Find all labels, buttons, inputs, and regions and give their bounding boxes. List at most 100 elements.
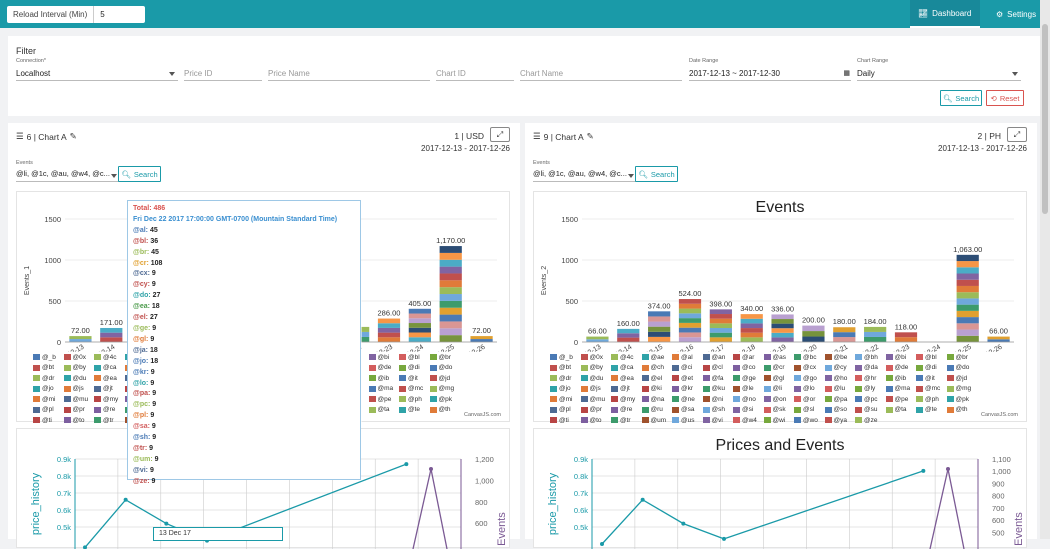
legend-item[interactable]: @js: [63, 385, 95, 392]
legend-item[interactable]: @de: [885, 364, 917, 371]
legend-item[interactable]: @ph: [399, 396, 430, 403]
legend-item[interactable]: @ci: [672, 364, 703, 371]
legend-item[interactable]: @li: [763, 385, 795, 392]
legend-item[interactable]: @bh: [855, 354, 886, 361]
legend-item[interactable]: @el: [641, 375, 673, 382]
chart-id-input[interactable]: Chart ID: [436, 67, 514, 81]
menu-icon[interactable]: ☰: [533, 131, 541, 142]
legend-item[interactable]: @pr: [63, 406, 95, 413]
calendar-icon[interactable]: ▦: [843, 69, 850, 77]
legend-item[interactable]: @cl: [702, 364, 734, 371]
legend-item[interactable]: @by: [580, 364, 612, 371]
price-name-input[interactable]: Price Name: [268, 67, 430, 81]
legend-item[interactable]: @re: [611, 406, 642, 413]
legend-item[interactable]: @et: [672, 375, 703, 382]
legend-item[interactable]: @ya: [824, 417, 856, 424]
legend-item[interactable]: @ze: [855, 417, 886, 424]
legend-item[interactable]: @jo: [550, 385, 581, 392]
legend-item[interactable]: @sa: [672, 406, 703, 413]
chart-name-input[interactable]: Chart Name: [520, 67, 682, 81]
legend-item[interactable]: @do: [946, 364, 978, 371]
legend-item[interactable]: @sh: [702, 406, 734, 413]
legend-item[interactable]: @si: [733, 406, 764, 413]
legend-item[interactable]: @du: [580, 375, 612, 382]
legend-item[interactable]: @jt: [94, 385, 125, 392]
legend-item[interactable]: @pk: [946, 396, 978, 403]
legend-item[interactable]: @cy: [824, 364, 856, 371]
legend-item[interactable]: @cr: [763, 364, 795, 371]
legend-item[interactable]: @te: [399, 406, 430, 413]
legend-item[interactable]: @4c: [94, 354, 125, 361]
legend-item[interactable]: @ki: [641, 385, 673, 392]
legend-item[interactable]: @pk: [429, 396, 461, 403]
legend-item[interactable]: @dr: [550, 375, 581, 382]
legend-item[interactable]: @ib: [885, 375, 917, 382]
page-scrollbar[interactable]: [1040, 0, 1050, 539]
legend-item[interactable]: @gl: [763, 375, 795, 382]
legend-item[interactable]: @by: [63, 364, 95, 371]
legend-item[interactable]: @ae: [641, 354, 673, 361]
legend-item[interactable]: @tr: [611, 417, 642, 424]
legend-item[interactable]: @ea: [94, 375, 125, 382]
legend-item[interactable]: @ho: [824, 375, 856, 382]
legend-item[interactable]: @jd: [946, 375, 978, 382]
legend-item[interactable]: @it: [399, 375, 430, 382]
events-select[interactable]: @li, @1c, @au, @w4, @c...: [533, 169, 637, 182]
price-id-input[interactable]: Price ID: [184, 67, 262, 81]
legend-item[interactable]: @ca: [611, 364, 642, 371]
legend-item[interactable]: @br: [946, 354, 978, 361]
legend-item[interactable]: @na: [641, 396, 673, 403]
legend-item[interactable]: @ly: [855, 385, 886, 392]
legend-item[interactable]: @da: [855, 364, 886, 371]
legend-item[interactable]: @mg: [429, 385, 461, 392]
legend-item[interactable]: @kr: [672, 385, 703, 392]
legend-item[interactable]: @lu: [824, 385, 856, 392]
legend-item[interactable]: @br: [429, 354, 461, 361]
legend-item[interactable]: @th: [946, 406, 978, 413]
legend-item[interactable]: @my: [611, 396, 642, 403]
legend-item[interactable]: @fa: [702, 375, 734, 382]
legend-item[interactable]: @ku: [702, 385, 734, 392]
legend-item[interactable]: @ea: [611, 375, 642, 382]
legend-item[interactable]: @sl: [794, 406, 825, 413]
legend-item[interactable]: @di: [399, 364, 430, 371]
legend-item[interactable]: @be: [824, 354, 856, 361]
legend-item[interactable]: @le: [733, 385, 764, 392]
date-range-input[interactable]: Date Range 2017-12-13 ~ 2017-12-30 ▦: [689, 58, 851, 81]
reload-interval-value[interactable]: 5: [94, 10, 104, 19]
legend-item[interactable]: @bi: [885, 354, 917, 361]
legend-item[interactable]: @tr: [94, 417, 125, 424]
legend-item[interactable]: @_b: [33, 354, 64, 361]
events-search-button[interactable]: 🔍︎ Search: [118, 166, 161, 182]
scrollbar-thumb[interactable]: [1042, 24, 1048, 214]
legend-item[interactable]: @sk: [763, 406, 795, 413]
legend-item[interactable]: @it: [916, 375, 947, 382]
legend-item[interactable]: @ne: [672, 396, 703, 403]
legend-item[interactable]: @4c: [611, 354, 642, 361]
legend-item[interactable]: @su: [855, 406, 886, 413]
legend-item[interactable]: @hr: [855, 375, 886, 382]
legend-item[interactable]: @do: [429, 364, 461, 371]
legend-item[interactable]: @ph: [916, 396, 947, 403]
legend-item[interactable]: @bi: [368, 354, 400, 361]
legend-item[interactable]: @ma: [368, 385, 400, 392]
edit-icon[interactable]: ✎: [587, 131, 594, 142]
legend-item[interactable]: @ta: [368, 406, 400, 413]
legend-item[interactable]: @cx: [794, 364, 825, 371]
legend-item[interactable]: @mu: [580, 396, 612, 403]
legend-item[interactable]: @my: [94, 396, 125, 403]
legend-item[interactable]: @te: [916, 406, 947, 413]
legend-item[interactable]: @mi: [550, 396, 581, 403]
legend-item[interactable]: @re: [94, 406, 125, 413]
legend-item[interactable]: @pl: [550, 406, 581, 413]
legend-item[interactable]: @ru: [641, 406, 673, 413]
expand-button[interactable]: ⤢: [1007, 127, 1027, 142]
legend-item[interactable]: @on: [763, 396, 795, 403]
legend-item[interactable]: @mc: [916, 385, 947, 392]
nav-dashboard[interactable]: 📈︎ Dashboard: [910, 0, 980, 28]
edit-icon[interactable]: ✎: [70, 131, 77, 142]
legend-item[interactable]: @0x: [580, 354, 612, 361]
legend-item[interactable]: @ar: [733, 354, 764, 361]
legend-item[interactable]: @pl: [33, 406, 64, 413]
events-search-button[interactable]: 🔍︎ Search: [635, 166, 678, 182]
